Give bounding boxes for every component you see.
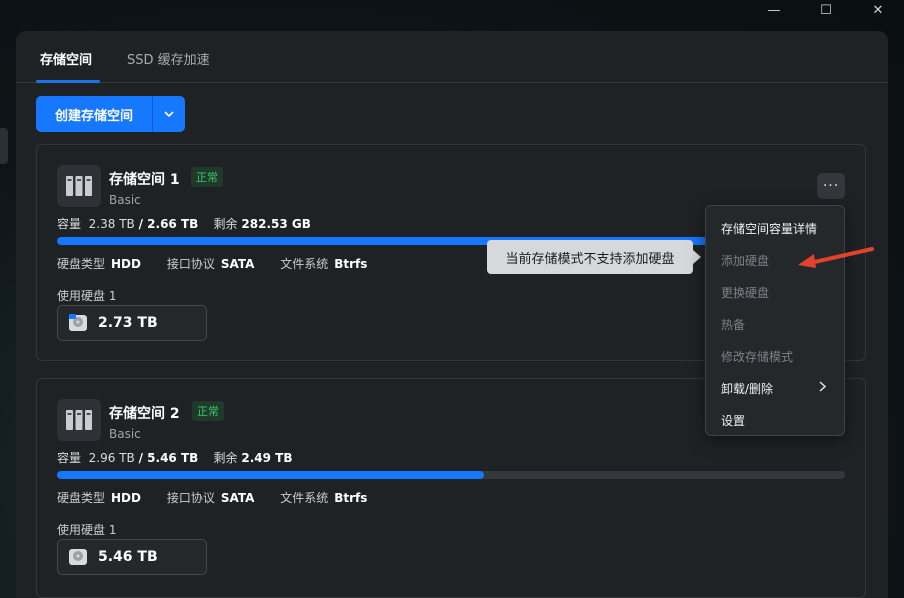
disk-type-value: HDD	[111, 257, 141, 271]
status-badge: 正常	[192, 401, 224, 421]
filesystem-value: Btrfs	[334, 491, 368, 505]
hard-disk-icon	[69, 314, 87, 331]
menu-item-settings[interactable]: 设置	[706, 404, 844, 436]
menu-item-replace-disk[interactable]: 更换硬盘	[706, 276, 844, 308]
menu-item-capacity-details[interactable]: 存储空间容量详情	[706, 212, 844, 244]
status-badge: 正常	[191, 167, 223, 187]
more-options-button[interactable]: ···	[817, 173, 845, 199]
background-side-tab	[0, 128, 8, 164]
disk-chip[interactable]: 2.73 TB	[57, 305, 207, 341]
filesystem-value: Btrfs	[334, 257, 368, 271]
create-dropdown-toggle[interactable]	[153, 111, 185, 117]
disk-size: 5.46 TB	[98, 549, 158, 565]
tooltip-arrow	[693, 250, 701, 264]
close-button[interactable]: ✕	[852, 0, 904, 20]
used-disks-label: 使用硬盘 1	[57, 523, 117, 537]
disk-chip[interactable]: 5.46 TB	[57, 539, 207, 575]
capacity-line: 容量 2.96 TB / 5.46 TB 剩余 2.49 TB	[57, 449, 293, 466]
volume-title: 存储空间 2	[109, 406, 180, 422]
volume-title: 存储空间 1	[109, 172, 180, 188]
nas-icon	[57, 399, 101, 441]
remaining-label: 剩余	[213, 217, 238, 231]
disk-type-label: 硬盘类型	[57, 257, 106, 271]
usage-bar	[57, 471, 845, 479]
menu-item-label: 卸载/删除	[721, 381, 774, 396]
interface-value: SATA	[220, 491, 255, 505]
remaining-capacity: 2.49 TB	[241, 451, 293, 465]
create-storage-button[interactable]: 创建存储空间	[36, 96, 185, 132]
tab-storage-space[interactable]: 存储空间	[40, 49, 92, 68]
menu-item-hot-spare[interactable]: 热备	[706, 308, 844, 340]
interface-label: 接口协议	[166, 257, 215, 271]
interface-label: 接口协议	[166, 491, 215, 505]
raid-type: Basic	[109, 193, 141, 207]
menu-item-change-storage-mode[interactable]: 修改存储模式	[706, 340, 844, 372]
remaining-label: 剩余	[213, 451, 238, 465]
hard-disk-icon	[69, 549, 87, 565]
capacity-label: 容量	[57, 217, 82, 231]
used-disks-label: 使用硬盘 1	[57, 289, 117, 303]
used-capacity: 2.38 TB	[88, 217, 135, 231]
minimize-button[interactable]: —	[748, 0, 800, 20]
chevron-right-icon	[819, 381, 826, 392]
usage-bar-fill	[57, 471, 485, 479]
create-storage-label: 创建存储空间	[54, 108, 133, 124]
filesystem-label: 文件系统	[280, 491, 329, 505]
filesystem-label: 文件系统	[280, 257, 329, 271]
disk-type-label: 硬盘类型	[57, 491, 106, 505]
capacity-label: 容量	[57, 451, 82, 465]
tooltip: 当前存储模式不支持添加硬盘	[487, 240, 693, 274]
chevron-down-icon	[164, 111, 174, 117]
disk-size: 2.73 TB	[98, 315, 158, 331]
total-capacity: / 2.66 TB	[138, 217, 199, 231]
window-controls: — ☐ ✕	[748, 0, 904, 20]
nas-icon	[57, 165, 101, 207]
total-capacity: / 5.46 TB	[138, 451, 199, 465]
interface-value: SATA	[220, 257, 255, 271]
context-menu: 存储空间容量详情 添加硬盘 更换硬盘 热备 修改存储模式 卸载/删除 设置	[705, 205, 845, 436]
menu-item-unmount-delete[interactable]: 卸载/删除	[706, 372, 844, 404]
capacity-line: 容量 2.38 TB / 2.66 TB 剩余 282.53 GB	[57, 215, 311, 232]
disk-meta-line: 硬盘类型 HDD 接口协议 SATA 文件系统 Btrfs	[57, 489, 389, 506]
maximize-button[interactable]: ☐	[800, 0, 852, 20]
disk-meta-line: 硬盘类型 HDD 接口协议 SATA 文件系统 Btrfs	[57, 255, 389, 272]
used-capacity: 2.96 TB	[88, 451, 135, 465]
tab-bar: 存储空间 SSD 缓存加速	[16, 31, 888, 83]
remaining-capacity: 282.53 GB	[241, 217, 311, 231]
tab-ssd-cache[interactable]: SSD 缓存加速	[127, 49, 210, 68]
active-tab-indicator	[36, 80, 100, 83]
annotation-arrow-icon	[798, 247, 874, 268]
disk-type-value: HDD	[111, 491, 141, 505]
raid-type: Basic	[109, 427, 141, 441]
